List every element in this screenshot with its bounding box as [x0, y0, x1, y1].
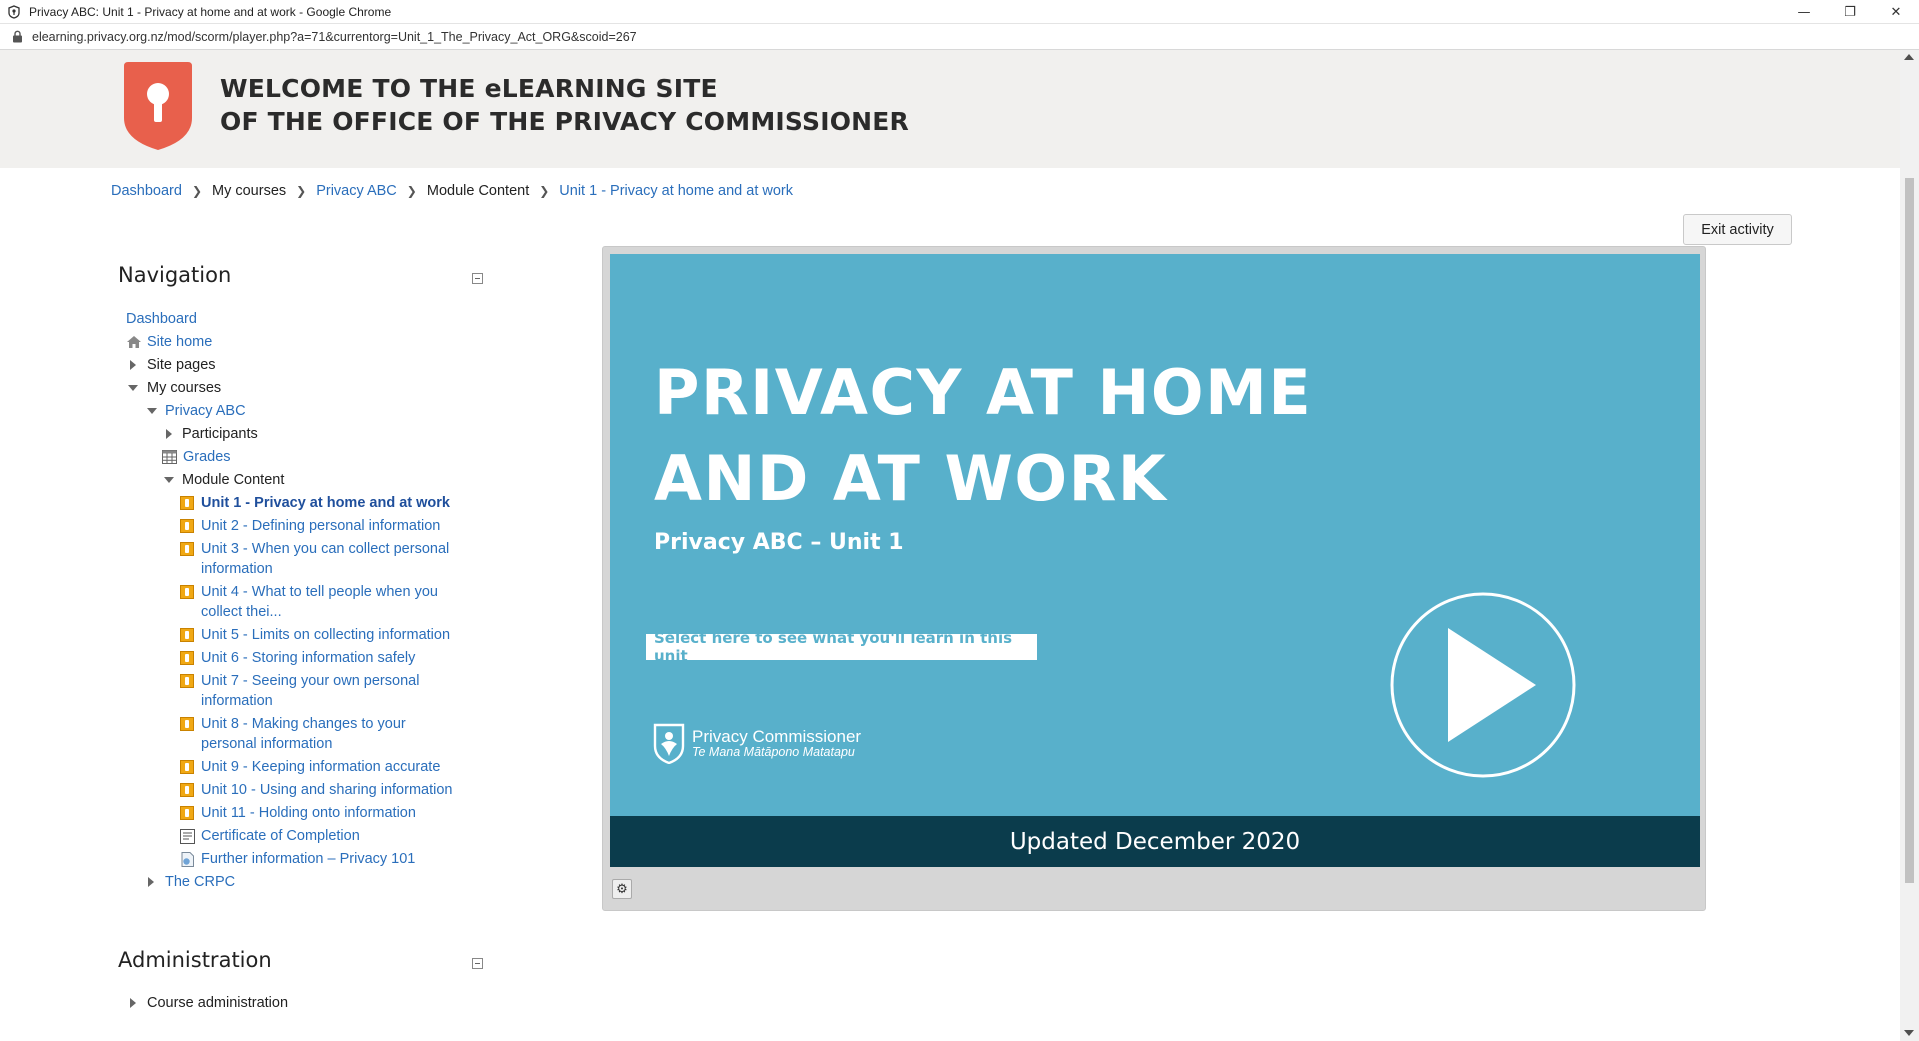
nav-course-administration[interactable]: Course administration: [130, 993, 288, 1013]
collapse-administration-icon[interactable]: [472, 958, 483, 969]
nav-grades[interactable]: Grades: [162, 447, 231, 467]
chevron-right-icon: ❯: [296, 184, 307, 198]
scorm-package-icon: [180, 542, 194, 556]
nav-further-information[interactable]: Further information – Privacy 101: [180, 849, 415, 869]
close-button[interactable]: ✕: [1873, 0, 1919, 24]
chevron-right-icon: ❯: [539, 184, 550, 198]
scorm-package-icon: [180, 674, 194, 688]
slide-title: PRIVACY AT HOME AND AT WORK: [654, 350, 1312, 522]
restore-button[interactable]: ❐: [1827, 0, 1873, 24]
scroll-down-arrow-icon[interactable]: [1904, 1030, 1914, 1036]
site-title-line1: WELCOME TO THE eLEARNING SITE: [220, 74, 718, 103]
collapse-navigation-icon[interactable]: [472, 273, 483, 284]
nav-certificate[interactable]: Certificate of Completion: [180, 826, 360, 846]
chevron-right-icon: ❯: [406, 184, 417, 198]
privacy-commissioner-emblem-icon: [653, 723, 685, 764]
navigation-block-title: Navigation: [118, 263, 232, 287]
scorm-package-icon: [180, 628, 194, 642]
site-title-line2: OF THE OFFICE OF THE PRIVACY COMMISSIONE…: [220, 107, 909, 136]
expand-arrow-icon: [130, 998, 136, 1008]
lock-icon: [12, 30, 23, 43]
logo-maori-name: Te Mana Mātāpono Matatapu: [692, 744, 855, 759]
browser-title-bar: Privacy ABC: Unit 1 - Privacy at home an…: [0, 0, 1919, 24]
collapse-arrow-icon: [128, 385, 138, 391]
scorm-package-icon: [180, 717, 194, 731]
scorm-package-icon: [180, 496, 194, 510]
expand-arrow-icon: [166, 429, 172, 439]
administration-block-title: Administration: [118, 948, 272, 972]
course-slide[interactable]: PRIVACY AT HOME AND AT WORK Privacy ABC …: [610, 254, 1700, 816]
table-icon: [162, 450, 177, 470]
gear-icon[interactable]: ⚙: [612, 879, 632, 899]
site-title: WELCOME TO THE eLEARNING SITE OF THE OFF…: [220, 72, 909, 138]
keyhole-shield-logo[interactable]: [122, 60, 194, 152]
minimize-button[interactable]: —: [1781, 0, 1827, 24]
nav-module-content[interactable]: Module Content: [164, 470, 284, 490]
scrollbar-thumb[interactable]: [1905, 178, 1914, 883]
scorm-package-icon: [180, 651, 194, 665]
slide-title-line2: AND AT WORK: [654, 442, 1168, 515]
exit-activity-button[interactable]: Exit activity: [1683, 214, 1792, 245]
breadcrumb-my-courses: My courses: [212, 183, 287, 199]
window-controls: — ❐ ✕: [1781, 0, 1919, 24]
collapse-arrow-icon: [147, 408, 157, 414]
privacy-commissioner-logo: Privacy Commissioner Te Mana Mātāpono Ma…: [652, 722, 861, 764]
scorm-package-icon: [180, 806, 194, 820]
expand-arrow-icon: [130, 360, 136, 370]
nav-my-courses[interactable]: My courses: [128, 378, 221, 398]
scorm-package-icon: [180, 783, 194, 797]
chevron-right-icon: ❯: [191, 184, 202, 198]
nav-site-pages[interactable]: Site pages: [130, 355, 216, 375]
collapse-arrow-icon: [164, 477, 174, 483]
scorm-package-icon: [180, 760, 194, 774]
address-bar[interactable]: elearning.privacy.org.nz/mod/scorm/playe…: [0, 24, 1919, 50]
scorm-package-icon: [180, 585, 194, 599]
nav-participants[interactable]: Participants: [166, 424, 258, 444]
learning-objectives-button[interactable]: Select here to see what you'll learn in …: [646, 629, 1037, 665]
scorm-package-icon: [180, 519, 194, 533]
page-icon: [180, 829, 195, 850]
url-resource-icon: [180, 852, 195, 873]
nav-site-home[interactable]: Site home: [126, 332, 212, 352]
window-title: Privacy ABC: Unit 1 - Privacy at home an…: [29, 4, 392, 19]
url-text[interactable]: elearning.privacy.org.nz/mod/scorm/playe…: [32, 30, 637, 44]
play-button-icon[interactable]: [1390, 592, 1576, 778]
breadcrumb-unit-1[interactable]: Unit 1 - Privacy at home and at work: [559, 183, 793, 199]
breadcrumb-module-content: Module Content: [426, 183, 530, 199]
breadcrumb: Dashboard ❯ My courses ❯ Privacy ABC ❯ M…: [111, 183, 793, 199]
slide-subtitle: Privacy ABC – Unit 1: [654, 530, 904, 555]
site-header: WELCOME TO THE eLEARNING SITE OF THE OFF…: [0, 50, 1900, 168]
updated-date-text: Updated December 2020: [1009, 828, 1301, 855]
slide-title-line1: PRIVACY AT HOME: [654, 356, 1313, 429]
logo-name: Privacy Commissioner: [692, 726, 862, 746]
nav-privacy-abc[interactable]: Privacy ABC: [147, 401, 246, 421]
slide-footer: Updated December 2020: [610, 816, 1700, 867]
site-favicon-icon: [7, 4, 21, 19]
breadcrumb-dashboard[interactable]: Dashboard: [111, 183, 182, 199]
scroll-up-arrow-icon[interactable]: [1904, 54, 1914, 60]
home-icon: [126, 335, 142, 355]
expand-arrow-icon: [148, 877, 154, 887]
breadcrumb-privacy-abc[interactable]: Privacy ABC: [316, 183, 397, 199]
nav-dashboard[interactable]: Dashboard: [126, 309, 197, 329]
nav-the-crpc[interactable]: The CRPC: [148, 872, 235, 892]
